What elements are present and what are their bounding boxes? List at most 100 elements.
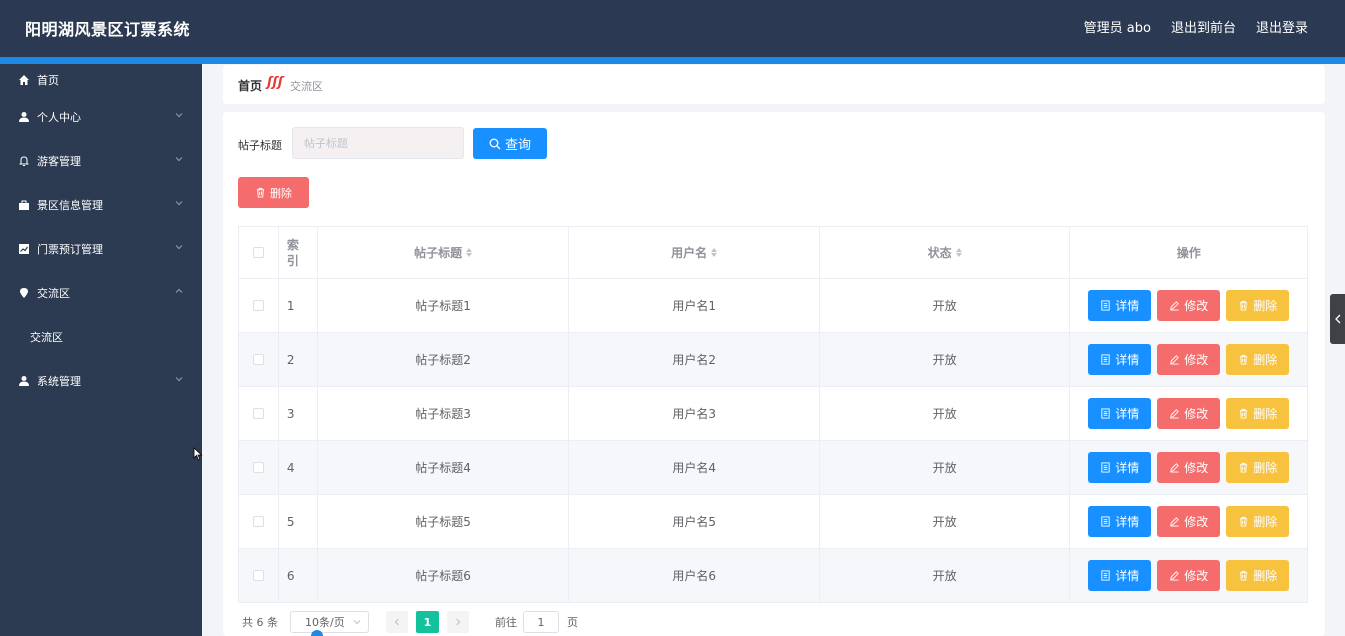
chart-icon: [18, 243, 30, 255]
cell-user: 用户名6: [569, 549, 820, 602]
row-checkbox[interactable]: [252, 354, 264, 365]
sidebar-item-label: 景区信息管理: [37, 199, 103, 212]
sidebar-subitem-forum[interactable]: 交流区: [0, 315, 202, 359]
table-row: 6 帖子标题6 用户名6 开放 详情 修改 删除: [239, 549, 1307, 603]
document-icon: [1101, 462, 1110, 473]
delete-button[interactable]: 删除: [1226, 398, 1290, 429]
search-input[interactable]: [292, 127, 464, 159]
prev-page-button[interactable]: [386, 611, 408, 633]
detail-button[interactable]: 详情: [1088, 344, 1152, 375]
table-header-row: 索引 帖子标题 用户名 状态 操作: [239, 227, 1307, 279]
batch-delete-button[interactable]: 删除: [238, 177, 309, 208]
query-button[interactable]: 查询: [473, 128, 547, 159]
cell-ops: 详情 修改 删除: [1070, 333, 1307, 386]
edit-button[interactable]: 修改: [1157, 398, 1221, 429]
goto-page-input[interactable]: [523, 611, 559, 633]
header-title[interactable]: 帖子标题: [318, 227, 570, 278]
cell-ops: 详情 修改 删除: [1070, 549, 1307, 602]
edit-button[interactable]: 修改: [1157, 290, 1221, 321]
admin-label[interactable]: 管理员 abo: [1084, 17, 1151, 36]
row-checkbox-cell: [239, 333, 279, 386]
detail-button[interactable]: 详情: [1088, 290, 1152, 321]
sidebar-item-home[interactable]: 首页: [0, 64, 202, 95]
user-icon: [18, 111, 30, 123]
select-all-checkbox[interactable]: [252, 247, 264, 258]
cell-status: 开放: [820, 495, 1071, 548]
cell-ops: 详情 修改 删除: [1070, 495, 1307, 548]
edit-button[interactable]: 修改: [1157, 560, 1221, 591]
row-checkbox[interactable]: [252, 408, 264, 419]
chevron-down-icon: [353, 620, 361, 625]
sidebar-item-label: 交流区: [37, 287, 70, 300]
breadcrumb: 首页 ʃʃʃ 交流区: [223, 65, 1325, 104]
table-row: 4 帖子标题4 用户名4 开放 详情 修改 删除: [239, 441, 1307, 495]
edit-button[interactable]: 修改: [1157, 452, 1221, 483]
header-status[interactable]: 状态: [820, 227, 1071, 278]
sidebar: 首页 个人中心 游客管理 景区信息管理 门票预订管理 交流区 交流区 系统管理: [0, 64, 202, 636]
chevron-down-icon: [175, 157, 183, 162]
sidebar-item-ticket-booking[interactable]: 门票预订管理: [0, 227, 202, 271]
cell-index: 1: [279, 279, 318, 332]
cell-index: 3: [279, 387, 318, 440]
logout-link[interactable]: 退出登录: [1256, 17, 1308, 36]
header-user[interactable]: 用户名: [569, 227, 820, 278]
sidebar-item-forum[interactable]: 交流区: [0, 271, 202, 315]
cell-user: 用户名4: [569, 441, 820, 494]
detail-button[interactable]: 详情: [1088, 398, 1152, 429]
detail-button[interactable]: 详情: [1088, 452, 1152, 483]
goto-label: 前往: [495, 616, 517, 629]
cell-status: 开放: [820, 279, 1071, 332]
delete-button[interactable]: 删除: [1226, 560, 1290, 591]
trash-icon: [1240, 354, 1248, 365]
cell-status: 开放: [820, 387, 1071, 440]
document-icon: [1101, 300, 1110, 311]
trash-icon: [1240, 570, 1248, 581]
cell-index: 2: [279, 333, 318, 386]
back-to-front-link[interactable]: 退出到前台: [1171, 17, 1236, 36]
edit-icon: [1170, 517, 1180, 527]
sidebar-item-personal-center[interactable]: 个人中心: [0, 95, 202, 139]
chevron-down-icon: [175, 201, 183, 206]
sort-icon: [466, 248, 473, 257]
edit-icon: [1170, 463, 1180, 473]
breadcrumb-separator-icon: ʃʃʃ: [267, 75, 284, 90]
next-page-button[interactable]: [447, 611, 469, 633]
cell-user: 用户名1: [569, 279, 820, 332]
location-icon: [18, 287, 30, 299]
query-button-label: 查询: [504, 138, 531, 153]
sidebar-item-visitor-management[interactable]: 游客管理: [0, 139, 202, 183]
sidebar-item-scenic-info[interactable]: 景区信息管理: [0, 183, 202, 227]
chevron-down-icon: [175, 113, 183, 118]
row-checkbox[interactable]: [252, 516, 264, 527]
breadcrumb-current: 交流区: [290, 80, 323, 93]
row-checkbox[interactable]: [252, 462, 264, 473]
document-icon: [1101, 408, 1110, 419]
page-size-select[interactable]: 10条/页: [290, 611, 369, 633]
delete-button[interactable]: 删除: [1226, 290, 1290, 321]
breadcrumb-home[interactable]: 首页: [238, 77, 262, 94]
sidebar-item-system-management[interactable]: 系统管理: [0, 359, 202, 403]
collapse-toggle[interactable]: [1330, 294, 1345, 344]
delete-button[interactable]: 删除: [1226, 506, 1290, 537]
cell-title: 帖子标题3: [318, 387, 570, 440]
chevron-left-icon: [1334, 314, 1340, 324]
trash-icon: [1240, 516, 1248, 527]
search-icon: [489, 138, 501, 149]
cell-title: 帖子标题5: [318, 495, 570, 548]
delete-button[interactable]: 删除: [1226, 344, 1290, 375]
chevron-right-icon: [456, 618, 461, 626]
cell-status: 开放: [820, 441, 1071, 494]
trash-icon: [256, 187, 265, 198]
detail-button[interactable]: 详情: [1088, 506, 1152, 537]
mouse-cursor-icon: [193, 447, 203, 461]
header-ops: 操作: [1176, 246, 1201, 260]
trash-icon: [1240, 300, 1248, 311]
detail-button[interactable]: 详情: [1088, 560, 1152, 591]
delete-button[interactable]: 删除: [1226, 452, 1290, 483]
page-number-button[interactable]: 1: [416, 611, 439, 633]
edit-button[interactable]: 修改: [1157, 506, 1221, 537]
header-actions: 管理员 abo 退出到前台 退出登录: [1084, 17, 1308, 36]
row-checkbox[interactable]: [252, 570, 264, 581]
row-checkbox[interactable]: [252, 300, 264, 311]
edit-button[interactable]: 修改: [1157, 344, 1221, 375]
